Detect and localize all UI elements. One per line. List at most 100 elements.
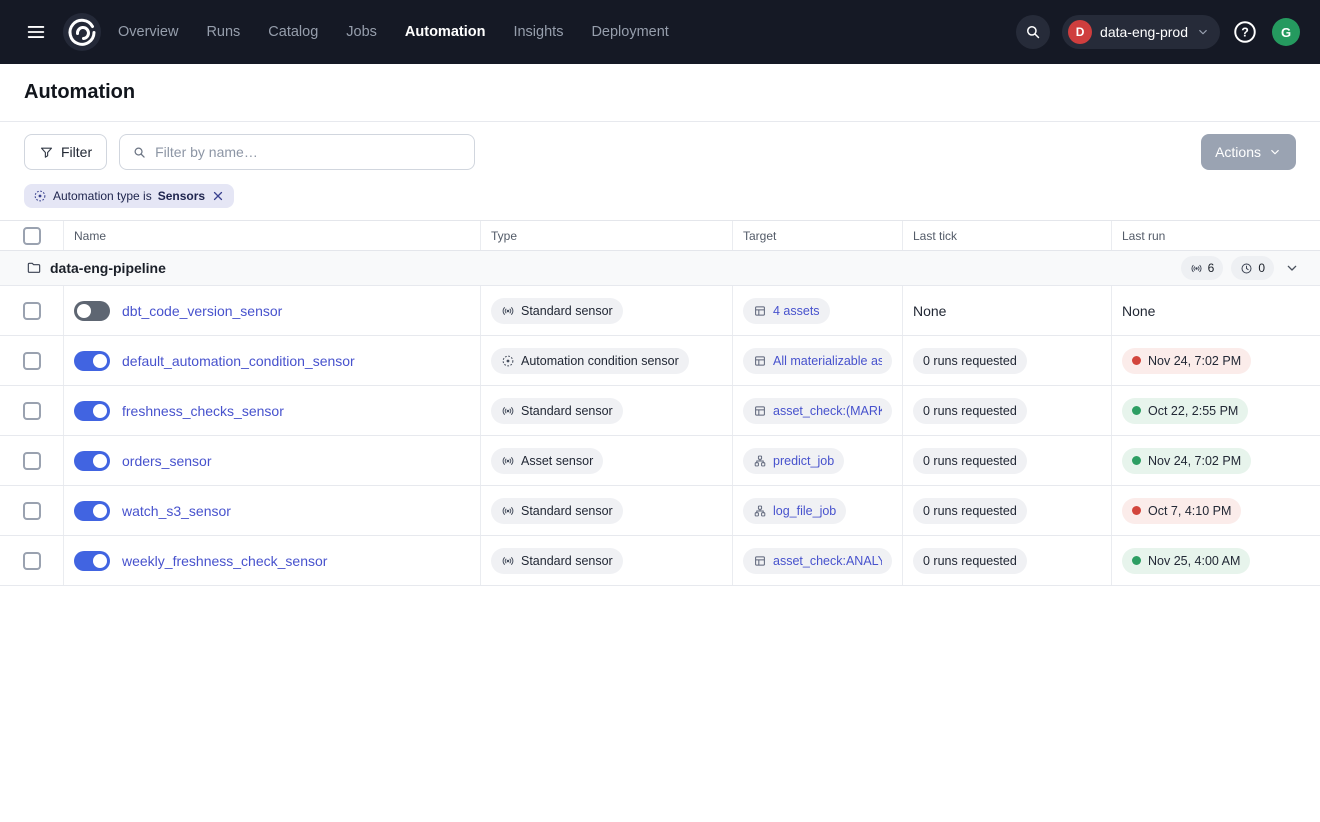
help-button[interactable] bbox=[1232, 18, 1260, 46]
column-header-type: Type bbox=[481, 221, 733, 250]
actions-button[interactable]: Actions bbox=[1201, 134, 1296, 170]
sensor-toggle[interactable] bbox=[74, 351, 110, 371]
user-avatar[interactable]: G bbox=[1272, 18, 1300, 46]
asset-icon bbox=[753, 304, 767, 318]
deployment-avatar: D bbox=[1068, 20, 1092, 44]
deployment-name: data-eng-prod bbox=[1100, 24, 1188, 40]
last-tick-badge[interactable]: 0 runs requested bbox=[913, 548, 1027, 574]
last-tick-badge[interactable]: 0 runs requested bbox=[913, 498, 1027, 524]
nav-item-runs[interactable]: Runs bbox=[206, 24, 240, 40]
sensor-name-link[interactable]: default_automation_condition_sensor bbox=[122, 353, 355, 369]
sensor-toggle[interactable] bbox=[74, 451, 110, 471]
hamburger-menu-button[interactable] bbox=[18, 14, 54, 50]
nav-item-deployment[interactable]: Deployment bbox=[591, 24, 668, 40]
nav-item-jobs[interactable]: Jobs bbox=[346, 24, 377, 40]
collapse-group-button[interactable] bbox=[1282, 258, 1302, 278]
target-badge[interactable]: All materializable as bbox=[743, 348, 892, 374]
sensor-count-pill: 6 bbox=[1181, 256, 1224, 280]
nav-item-catalog[interactable]: Catalog bbox=[268, 24, 318, 40]
last-tick-badge[interactable]: 0 runs requested bbox=[913, 398, 1027, 424]
row-checkbox[interactable] bbox=[23, 552, 41, 570]
sensor-type-badge: Standard sensor bbox=[491, 398, 623, 424]
group-counts: 6 0 bbox=[1181, 256, 1302, 280]
chevron-down-icon bbox=[1284, 260, 1300, 276]
last-tick-badge[interactable]: 0 runs requested bbox=[913, 448, 1027, 474]
deployment-selector[interactable]: D data-eng-prod bbox=[1062, 15, 1220, 49]
last-run-badge[interactable]: Nov 25, 4:00 AM bbox=[1122, 548, 1250, 574]
name-filter-input[interactable] bbox=[155, 144, 462, 160]
row-checkbox[interactable] bbox=[23, 452, 41, 470]
filter-button-label: Filter bbox=[61, 144, 92, 160]
filter-chip-prefix: Automation type is bbox=[53, 189, 152, 203]
close-icon[interactable] bbox=[211, 189, 225, 203]
clock-icon bbox=[1240, 262, 1253, 275]
run-status-dot bbox=[1132, 556, 1141, 565]
job-icon bbox=[753, 454, 767, 468]
automation-condition-icon bbox=[33, 189, 47, 203]
sensor-toggle[interactable] bbox=[74, 401, 110, 421]
filter-chip-automation-type: Automation type is Sensors bbox=[24, 184, 234, 208]
table-row: orders_sensor Asset sensor predict_job 0… bbox=[0, 436, 1320, 486]
target-badge[interactable]: 4 assets bbox=[743, 298, 830, 324]
target-badge[interactable]: log_file_job bbox=[743, 498, 846, 524]
code-location-name: data-eng-pipeline bbox=[50, 260, 166, 276]
sensor-name-link[interactable]: orders_sensor bbox=[122, 453, 212, 469]
nav-item-insights[interactable]: Insights bbox=[513, 24, 563, 40]
target-badge[interactable]: predict_job bbox=[743, 448, 844, 474]
nav-item-overview[interactable]: Overview bbox=[118, 24, 178, 40]
table-row: dbt_code_version_sensor Standard sensor … bbox=[0, 286, 1320, 336]
filter-chip-value: Sensors bbox=[158, 189, 205, 203]
sensor-type-badge: Standard sensor bbox=[491, 498, 623, 524]
sensor-icon bbox=[501, 504, 515, 518]
topnav-right: D data-eng-prod G bbox=[1016, 15, 1300, 49]
dagster-logo-icon bbox=[62, 12, 102, 52]
sensor-name-link[interactable]: freshness_checks_sensor bbox=[122, 403, 284, 419]
sensor-type-badge: Standard sensor bbox=[491, 298, 623, 324]
last-run-badge[interactable]: Oct 22, 2:55 PM bbox=[1122, 398, 1248, 424]
run-status-dot bbox=[1132, 356, 1141, 365]
last-run-badge[interactable]: Nov 24, 7:02 PM bbox=[1122, 448, 1251, 474]
sensor-toggle[interactable] bbox=[74, 551, 110, 571]
folder-icon bbox=[26, 260, 42, 276]
asset-icon bbox=[753, 354, 767, 368]
asset-icon bbox=[753, 404, 767, 418]
search-button[interactable] bbox=[1016, 15, 1050, 49]
last-run-value: None bbox=[1122, 303, 1155, 319]
sensor-icon bbox=[501, 454, 515, 468]
last-run-badge[interactable]: Oct 7, 4:10 PM bbox=[1122, 498, 1241, 524]
filter-button[interactable]: Filter bbox=[24, 134, 107, 170]
row-checkbox[interactable] bbox=[23, 302, 41, 320]
funnel-icon bbox=[39, 145, 54, 160]
sensors-table: Name Type Target Last tick Last run data… bbox=[0, 220, 1320, 586]
job-icon bbox=[753, 504, 767, 518]
last-run-badge[interactable]: Nov 24, 7:02 PM bbox=[1122, 348, 1251, 374]
active-filters-row: Automation type is Sensors bbox=[0, 182, 1320, 220]
last-tick-value: None bbox=[913, 303, 946, 319]
sensor-toggle[interactable] bbox=[74, 301, 110, 321]
nav-item-automation[interactable]: Automation bbox=[405, 24, 486, 40]
sensor-name-link[interactable]: weekly_freshness_check_sensor bbox=[122, 553, 327, 569]
sensor-icon bbox=[501, 404, 515, 418]
row-checkbox[interactable] bbox=[23, 402, 41, 420]
chevron-down-icon bbox=[1196, 25, 1210, 39]
target-badge[interactable]: asset_check:(MARK bbox=[743, 398, 892, 424]
asset-icon bbox=[753, 554, 767, 568]
search-icon bbox=[1024, 23, 1042, 41]
select-all-checkbox[interactable] bbox=[23, 227, 41, 245]
page-header: Automation bbox=[0, 64, 1320, 122]
target-badge[interactable]: asset_check:ANALY bbox=[743, 548, 892, 574]
run-status-dot bbox=[1132, 406, 1141, 415]
table-header-row: Name Type Target Last tick Last run bbox=[0, 220, 1320, 251]
row-checkbox[interactable] bbox=[23, 502, 41, 520]
sensor-toggle[interactable] bbox=[74, 501, 110, 521]
chevron-down-icon bbox=[1268, 145, 1282, 159]
sensor-type-badge: Standard sensor bbox=[491, 548, 623, 574]
toolbar: Filter Actions bbox=[0, 122, 1320, 182]
code-location-group-row[interactable]: data-eng-pipeline 6 0 bbox=[0, 251, 1320, 286]
name-filter-field bbox=[119, 134, 475, 170]
run-status-dot bbox=[1132, 456, 1141, 465]
row-checkbox[interactable] bbox=[23, 352, 41, 370]
sensor-name-link[interactable]: dbt_code_version_sensor bbox=[122, 303, 282, 319]
sensor-name-link[interactable]: watch_s3_sensor bbox=[122, 503, 231, 519]
last-tick-badge[interactable]: 0 runs requested bbox=[913, 348, 1027, 374]
